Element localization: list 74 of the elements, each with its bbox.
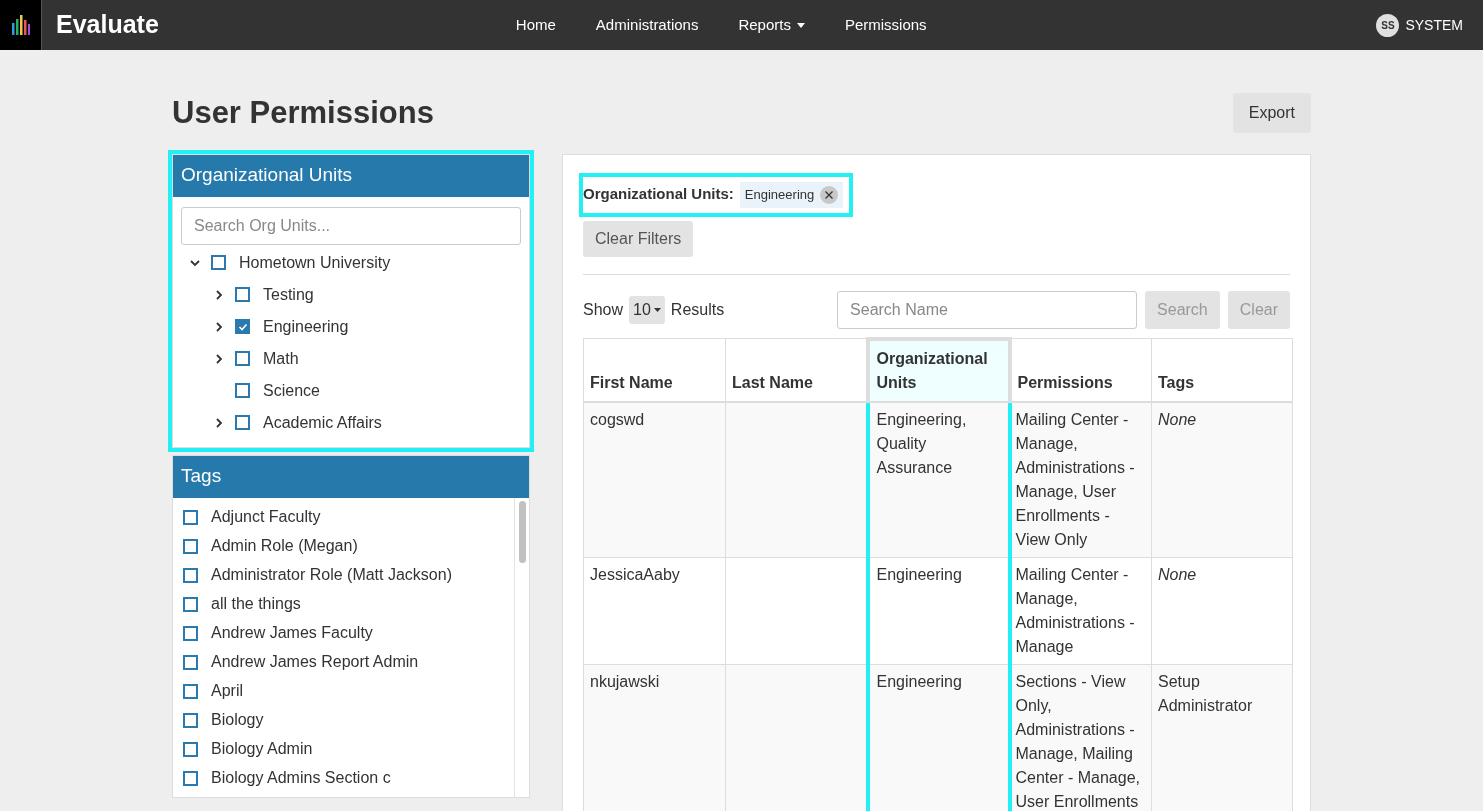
column-header[interactable]: Tags: [1151, 338, 1293, 402]
checkbox[interactable]: [183, 567, 198, 583]
scrollbar-thumb[interactable]: [518, 500, 526, 563]
checkbox[interactable]: [183, 712, 198, 728]
page-size-select[interactable]: 10: [629, 295, 665, 324]
table-cell: Mailing Center - Manage, Administrations - Manage, User Enrollments - View Only: [1009, 401, 1152, 557]
panel-header: Tags: [173, 455, 529, 498]
checkbox[interactable]: [211, 255, 226, 270]
tree-item-label[interactable]: Engineering: [263, 314, 349, 339]
chevron-right-icon[interactable]: [213, 352, 225, 365]
table-cell: Engineering: [867, 664, 1010, 811]
table-cell: JessicaAaby: [583, 557, 726, 664]
checkbox[interactable]: [183, 683, 198, 699]
filter-label: Organizational Units:: [583, 184, 734, 205]
tag-option-label[interactable]: Adjunct Faculty: [211, 505, 321, 529]
scrollbar[interactable]: [514, 497, 529, 797]
checkbox[interactable]: [235, 383, 250, 398]
chevron-right-icon[interactable]: [213, 320, 225, 333]
checkbox[interactable]: [235, 319, 250, 334]
chevron-right-icon[interactable]: [213, 416, 225, 429]
brand-name[interactable]: Evaluate: [56, 6, 159, 44]
column-header[interactable]: Organizational Units: [867, 338, 1010, 402]
checkbox[interactable]: [235, 287, 250, 302]
chip-label: Engineering: [744, 185, 815, 204]
page-title: User Permissions: [172, 94, 434, 132]
panel-header: Organizational Units: [173, 154, 529, 197]
search-field[interactable]: Search Org Units...: [181, 206, 521, 245]
nav-link[interactable]: Reports: [718, 13, 825, 37]
tag-option-label[interactable]: Biology Admin: [211, 737, 313, 761]
results-label: Results: [670, 299, 725, 320]
column-header[interactable]: First Name: [583, 338, 726, 402]
user-avatar[interactable]: SS: [1376, 13, 1400, 37]
caret-icon: [653, 307, 661, 312]
tag-option-label[interactable]: Biology Admins Section c: [211, 766, 391, 790]
export-button[interactable]: Export: [1232, 93, 1311, 134]
tag-option-label[interactable]: all the things: [211, 592, 301, 616]
tag-option-label[interactable]: Biology: [211, 708, 264, 732]
table-cell: Mailing Center - Manage, Administrations - Manage: [1009, 557, 1152, 664]
checkbox[interactable]: [183, 654, 198, 670]
checkbox[interactable]: [183, 538, 198, 554]
tree-item-label[interactable]: Hometown University: [239, 250, 391, 275]
tag-option-label[interactable]: Andrew James Report Admin: [211, 650, 419, 674]
tree-item-label[interactable]: Testing: [263, 282, 314, 307]
search-name-field[interactable]: Search Name: [837, 290, 1138, 329]
table-cell: nkujawski: [583, 664, 726, 811]
clear-filters-button[interactable]: Clear Filters: [583, 220, 694, 257]
chevron-right-icon[interactable]: [213, 288, 225, 301]
show-label: Show: [583, 299, 624, 320]
check-icon: [237, 321, 248, 332]
table-cell: cogswd: [583, 401, 726, 557]
table-cell: None: [1151, 557, 1293, 664]
checkbox[interactable]: [183, 596, 198, 612]
user-name[interactable]: SYSTEM: [1405, 14, 1463, 36]
checkbox[interactable]: [235, 415, 250, 430]
checkbox[interactable]: [235, 351, 250, 366]
nav-link[interactable]: Permissions: [824, 13, 947, 37]
remove-icon[interactable]: [820, 185, 839, 204]
column-header[interactable]: Permissions: [1009, 338, 1152, 402]
checkbox[interactable]: [183, 770, 198, 786]
checkbox[interactable]: [183, 509, 198, 525]
tag-option-label[interactable]: Andrew James Faculty: [211, 621, 373, 645]
tree-item-label[interactable]: Math: [263, 346, 299, 371]
tag-option-label[interactable]: April: [211, 679, 243, 703]
table-cell: None: [1151, 401, 1293, 557]
tree-item-label[interactable]: Science: [263, 378, 320, 403]
checkbox[interactable]: [183, 741, 198, 757]
checkbox[interactable]: [183, 625, 198, 641]
nav-link[interactable]: Home: [495, 13, 576, 37]
nav-link[interactable]: Administrations: [575, 13, 719, 37]
bar-chart-logo-icon: [11, 15, 30, 35]
tag-option-label[interactable]: Admin Role (Megan): [211, 534, 358, 558]
caret-icon: [796, 22, 805, 28]
tree-item-label[interactable]: Academic Affairs: [263, 410, 382, 435]
tag-option-label[interactable]: Administrator Role (Matt Jackson): [211, 563, 452, 587]
